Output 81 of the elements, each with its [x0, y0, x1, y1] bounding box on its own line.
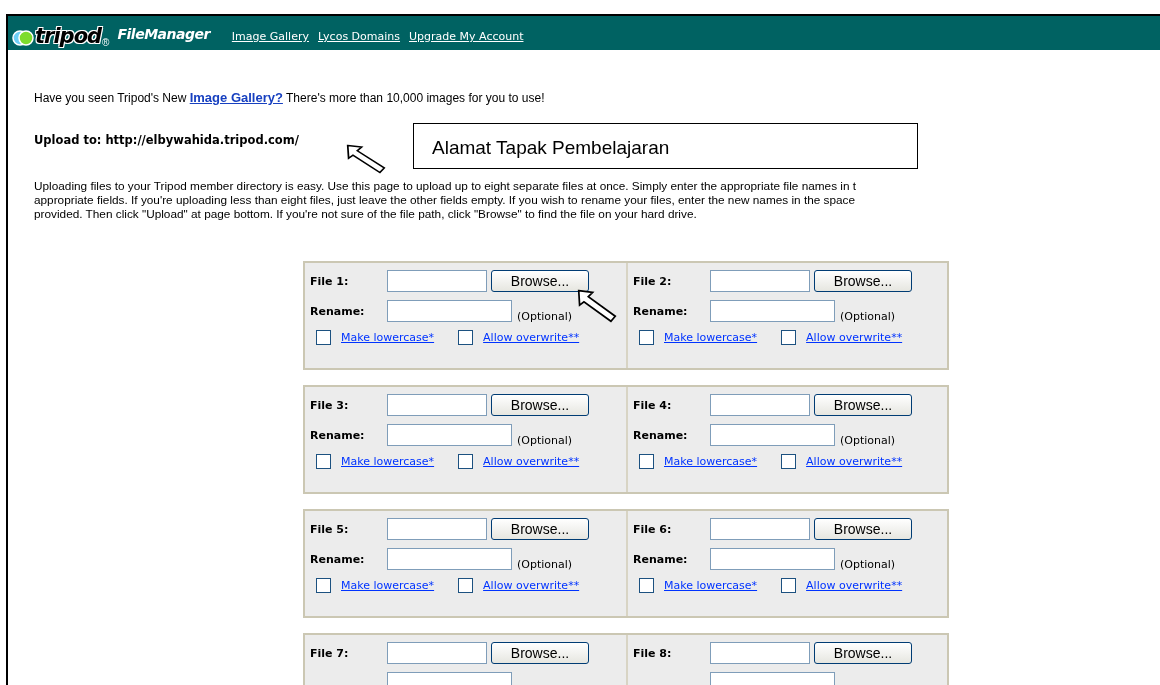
rename-input[interactable]: [710, 548, 835, 570]
instruction-line: provided. Then click "Upload" at page bottom. If you're not sure of the file path, click "Browse" to find the file on your hard drive.: [34, 207, 698, 221]
checkbox[interactable]: [781, 454, 797, 469]
allow-overwrite-link[interactable]: Allow overwrite**: [483, 331, 580, 344]
browse-button[interactable]: Browse...: [814, 642, 912, 664]
nav-link[interactable]: Image Gallery: [231, 30, 309, 43]
file-input[interactable]: [710, 518, 810, 540]
rename-input[interactable]: [387, 300, 512, 322]
nav-link[interactable]: Upgrade My Account: [409, 30, 524, 43]
make-lowercase-link[interactable]: Make lowercase*: [664, 579, 758, 592]
intro-text: Have you seen Tripod's New Image Gallery? There's more than 10,000 images for you to use!: [34, 90, 546, 105]
checkbox[interactable]: [639, 454, 654, 469]
browse-button[interactable]: Browse...: [814, 518, 912, 540]
rename-label: Rename:: [310, 428, 366, 442]
rename-input[interactable]: [387, 424, 512, 446]
file-input[interactable]: [387, 642, 487, 664]
make-lowercase-link[interactable]: Make lowercase*: [341, 579, 435, 592]
checkbox[interactable]: [639, 330, 654, 345]
instruction-line: Uploading files to your Tripod member directory is easy. Use this page to upload up to eight separate files at once. Simply enter the appropriate file names in t: [34, 179, 858, 193]
instruction-line: appropriate fields. If you're uploading less than eight files, just leave the other fields empty. If you wish to rename your files, enter the new names in the space: [34, 193, 857, 207]
app-title: FileManager: [117, 26, 210, 42]
image-gallery-link[interactable]: Image Gallery?: [189, 90, 283, 105]
file-input[interactable]: [387, 518, 487, 540]
checkbox[interactable]: [458, 454, 474, 469]
optional-text: (Optional): [840, 557, 896, 571]
optional-text: (Optional): [517, 309, 573, 323]
file-label: File 2:: [633, 274, 673, 288]
allow-overwrite-link[interactable]: Allow overwrite**: [483, 579, 580, 592]
checkbox[interactable]: [458, 330, 474, 345]
file-input[interactable]: [710, 394, 810, 416]
file-input[interactable]: [710, 270, 810, 292]
make-lowercase-link[interactable]: Make lowercase*: [341, 331, 435, 344]
browse-button[interactable]: Browse...: [491, 518, 589, 540]
allow-overwrite-link[interactable]: Allow overwrite**: [483, 455, 580, 468]
browse-button[interactable]: Browse...: [814, 270, 912, 292]
make-lowercase-link[interactable]: Make lowercase*: [664, 331, 758, 344]
rename-label: Rename:: [633, 552, 689, 566]
file-label: File 8:: [633, 646, 673, 660]
file-label: File 5:: [310, 522, 350, 536]
checkbox[interactable]: [316, 454, 331, 469]
make-lowercase-link[interactable]: Make lowercase*: [341, 455, 435, 468]
rename-label: Rename:: [310, 552, 366, 566]
checkbox[interactable]: [458, 578, 474, 593]
file-label: File 6:: [633, 522, 673, 536]
registered-mark: ®: [102, 37, 110, 48]
rename-label: Rename:: [633, 428, 689, 442]
allow-overwrite-link[interactable]: Allow overwrite**: [806, 455, 903, 468]
browse-button[interactable]: Browse...: [491, 394, 589, 416]
file-input[interactable]: [387, 394, 487, 416]
checkbox[interactable]: [781, 330, 797, 345]
rename-input[interactable]: [710, 424, 835, 446]
nav-link[interactable]: Lycos Domains: [317, 30, 401, 43]
file-label: File 4:: [633, 398, 673, 412]
optional-text: (Optional): [840, 309, 896, 323]
file-label: File 3:: [310, 398, 350, 412]
pointer-arrow: [577, 289, 617, 323]
browse-button[interactable]: Browse...: [491, 642, 589, 664]
optional-text: (Optional): [840, 433, 896, 447]
rename-label: Rename:: [310, 304, 366, 318]
optional-text: (Optional): [517, 433, 573, 447]
browse-button[interactable]: Browse...: [491, 270, 589, 292]
pointer-arrow: [346, 144, 386, 174]
upload-url: Upload to: http://elbywahida.tripod.com/: [34, 133, 300, 147]
allow-overwrite-link[interactable]: Allow overwrite**: [806, 331, 903, 344]
file-input[interactable]: [387, 270, 487, 292]
checkbox[interactable]: [781, 578, 797, 593]
rename-input[interactable]: [387, 548, 512, 570]
make-lowercase-link[interactable]: Make lowercase*: [664, 455, 758, 468]
optional-text: (Optional): [517, 557, 573, 571]
checkbox[interactable]: [316, 330, 331, 345]
file-input[interactable]: [710, 642, 810, 664]
file-label: File 1:: [310, 274, 350, 288]
rename-label: Rename:: [633, 304, 689, 318]
allow-overwrite-link[interactable]: Allow overwrite**: [806, 579, 903, 592]
file-label: File 7:: [310, 646, 350, 660]
browse-button[interactable]: Browse...: [814, 394, 912, 416]
logo-text: tripod: [35, 24, 102, 48]
callout-box: Alamat Tapak Pembelajaran: [413, 123, 918, 169]
rename-input[interactable]: [710, 300, 835, 322]
checkbox[interactable]: [316, 578, 331, 593]
checkbox[interactable]: [639, 578, 654, 593]
